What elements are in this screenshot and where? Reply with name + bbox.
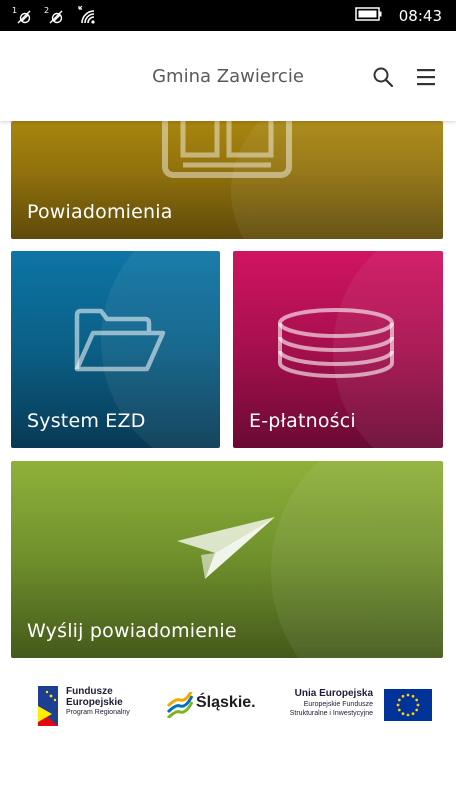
coins-icon bbox=[273, 305, 399, 385]
wifi-icon bbox=[76, 5, 98, 25]
search-icon[interactable] bbox=[371, 65, 395, 89]
status-left-icons: 1 2 bbox=[12, 5, 98, 25]
fe-emblem-icon bbox=[38, 686, 58, 726]
app-header: Gmina Zawiercie bbox=[0, 31, 456, 121]
fe-line2: Europejskie bbox=[66, 697, 123, 708]
sim1-no-signal-icon: 1 bbox=[12, 5, 34, 25]
clock: 08:43 bbox=[398, 6, 442, 25]
status-bar: 1 2 08:43 bbox=[0, 0, 456, 31]
tile-powiadomienia[interactable]: Powiadomienia bbox=[11, 121, 443, 239]
eu-line1: Unia Europejska bbox=[294, 688, 373, 699]
fe-line1: Fundusze bbox=[66, 686, 113, 697]
svg-text:2: 2 bbox=[44, 6, 49, 15]
eu-line2: Europejskie Fundusze bbox=[303, 701, 373, 708]
tile-wyslij-powiadomienie[interactable]: Wyślij powiadomienie bbox=[11, 461, 443, 658]
tile-label: System EZD bbox=[27, 410, 146, 432]
folder-icon bbox=[73, 307, 167, 381]
svg-text:1: 1 bbox=[12, 6, 17, 15]
tile-system-ezd[interactable]: System EZD bbox=[11, 251, 220, 448]
sim2-no-signal-icon: 2 bbox=[44, 5, 66, 25]
fundusze-europejskie-logo: Fundusze Europejskie Program Regionalny bbox=[34, 684, 154, 728]
hamburger-menu-icon[interactable] bbox=[414, 65, 438, 89]
unia-europejska-logo: Unia Europejska Europejskie Fundusze Str… bbox=[282, 686, 432, 726]
slaskie-text: Śląskie. bbox=[196, 694, 256, 711]
slaskie-logo: Śląskie. bbox=[166, 690, 261, 720]
battery-icon bbox=[355, 6, 383, 25]
eu-line3: Strukturalne i Inwestycyjne bbox=[289, 710, 373, 717]
eu-flag-icon bbox=[384, 689, 432, 721]
tile-e-platnosci[interactable]: E-płatności bbox=[233, 251, 443, 448]
paper-plane-icon bbox=[175, 515, 279, 585]
status-right: 08:43 bbox=[355, 6, 442, 25]
fe-line3: Program Regionalny bbox=[66, 709, 130, 716]
newspaper-icon bbox=[161, 121, 293, 183]
tile-label: Powiadomienia bbox=[27, 201, 173, 223]
slaskie-waves-icon bbox=[166, 692, 194, 718]
footer-logos: Fundusze Europejskie Program Regionalny … bbox=[0, 670, 456, 750]
tile-label: E-płatności bbox=[249, 410, 356, 432]
tile-label: Wyślij powiadomienie bbox=[27, 620, 237, 642]
